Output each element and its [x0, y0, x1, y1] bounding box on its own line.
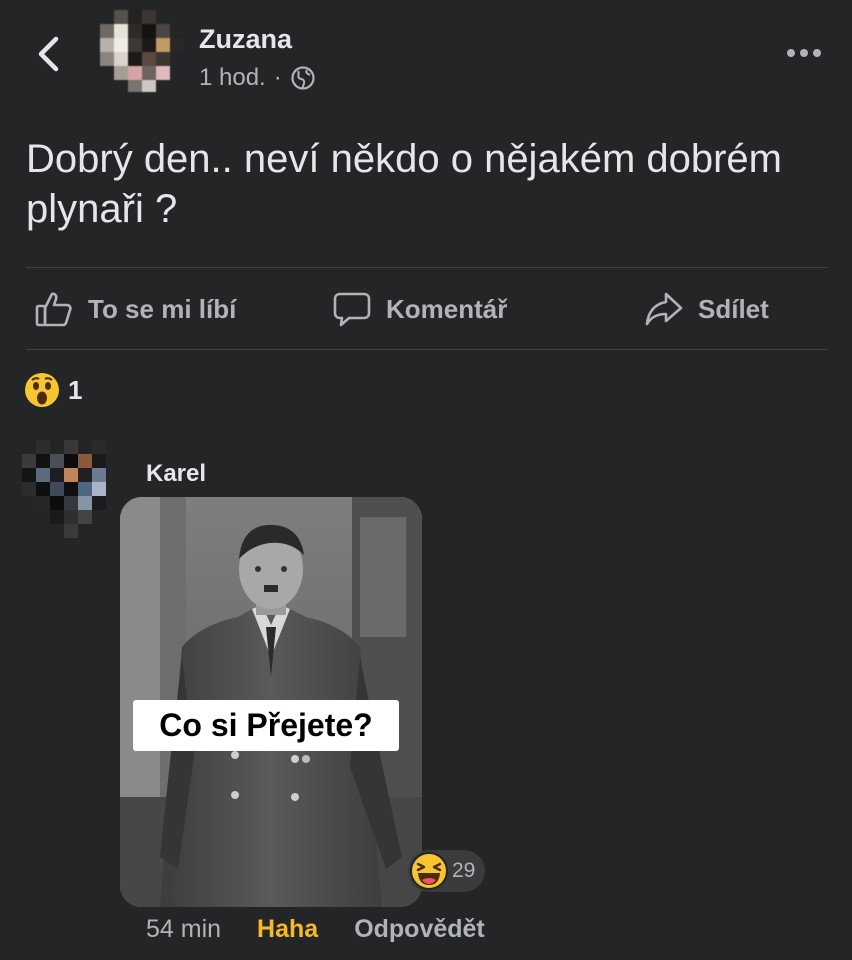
- thumbs-up-icon: [35, 292, 72, 327]
- comment-footer: 54 min Haha Odpovědět: [146, 912, 485, 946]
- globe-icon: [291, 66, 315, 90]
- chevron-left-icon: [38, 36, 59, 72]
- haha-emoji-icon: [410, 852, 448, 890]
- commenter-name[interactable]: Karel: [146, 460, 206, 488]
- comment-bubble-icon: [333, 292, 371, 327]
- comment-time: 54 min: [146, 914, 222, 943]
- meta-separator: ·: [273, 64, 282, 91]
- action-bar: To se mi líbí Komentář Sdílet: [0, 268, 852, 350]
- post-time[interactable]: 1 hod.: [199, 64, 266, 92]
- post-header: Zuzana 1 hod. ·: [0, 0, 852, 110]
- more-horizontal-icon: [787, 49, 821, 57]
- more-options-button[interactable]: [782, 38, 826, 68]
- comment-button[interactable]: Komentář: [332, 268, 507, 350]
- reactions-count: 1: [68, 374, 83, 405]
- like-label: To se mi líbí: [88, 293, 237, 324]
- reply-button[interactable]: Odpovědět: [354, 915, 485, 944]
- post-meta: 1 hod. ·: [199, 64, 316, 92]
- share-label: Sdílet: [698, 293, 769, 324]
- wow-emoji-icon: [25, 373, 59, 407]
- share-button[interactable]: Sdílet: [644, 268, 769, 350]
- reactions-summary[interactable]: 1: [24, 372, 82, 408]
- author-name[interactable]: Zuzana: [199, 24, 292, 55]
- comment-reaction-count: 29: [452, 859, 476, 882]
- share-arrow-icon: [645, 292, 683, 326]
- comment-label: Komentář: [386, 293, 508, 324]
- back-button[interactable]: [30, 32, 66, 76]
- comment-haha-reaction[interactable]: Haha: [257, 915, 318, 944]
- post-text: Dobrý den.. neví někdo o nějakém dobrém …: [26, 137, 782, 231]
- divider-bottom: [26, 349, 828, 350]
- like-button[interactable]: To se mi líbí: [34, 268, 236, 350]
- commenter-avatar[interactable]: [22, 440, 108, 540]
- author-avatar[interactable]: [100, 8, 184, 92]
- meme-caption: Co si Přejete?: [133, 700, 399, 751]
- comment-reactions[interactable]: 29: [408, 850, 486, 892]
